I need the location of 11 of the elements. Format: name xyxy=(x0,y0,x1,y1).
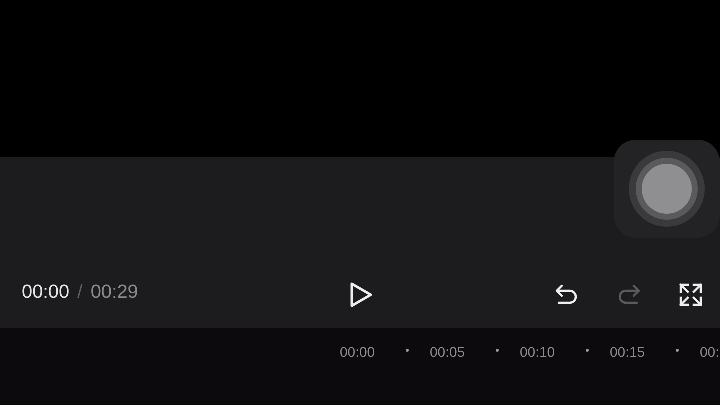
timeline-label: 00:05 xyxy=(430,343,466,362)
duration-time: 00:29 xyxy=(90,280,138,305)
play-icon xyxy=(348,281,374,309)
timeline-label: 00:10 xyxy=(520,343,556,362)
floating-button[interactable] xyxy=(614,140,720,238)
current-time: 00:00 xyxy=(22,280,70,305)
timeline-label: 00:15 xyxy=(610,343,646,362)
timeline-label: 00:00 xyxy=(340,343,376,362)
time-separator: / xyxy=(78,280,83,305)
timeline-label: 00: xyxy=(700,343,720,362)
fullscreen-icon xyxy=(677,281,705,309)
